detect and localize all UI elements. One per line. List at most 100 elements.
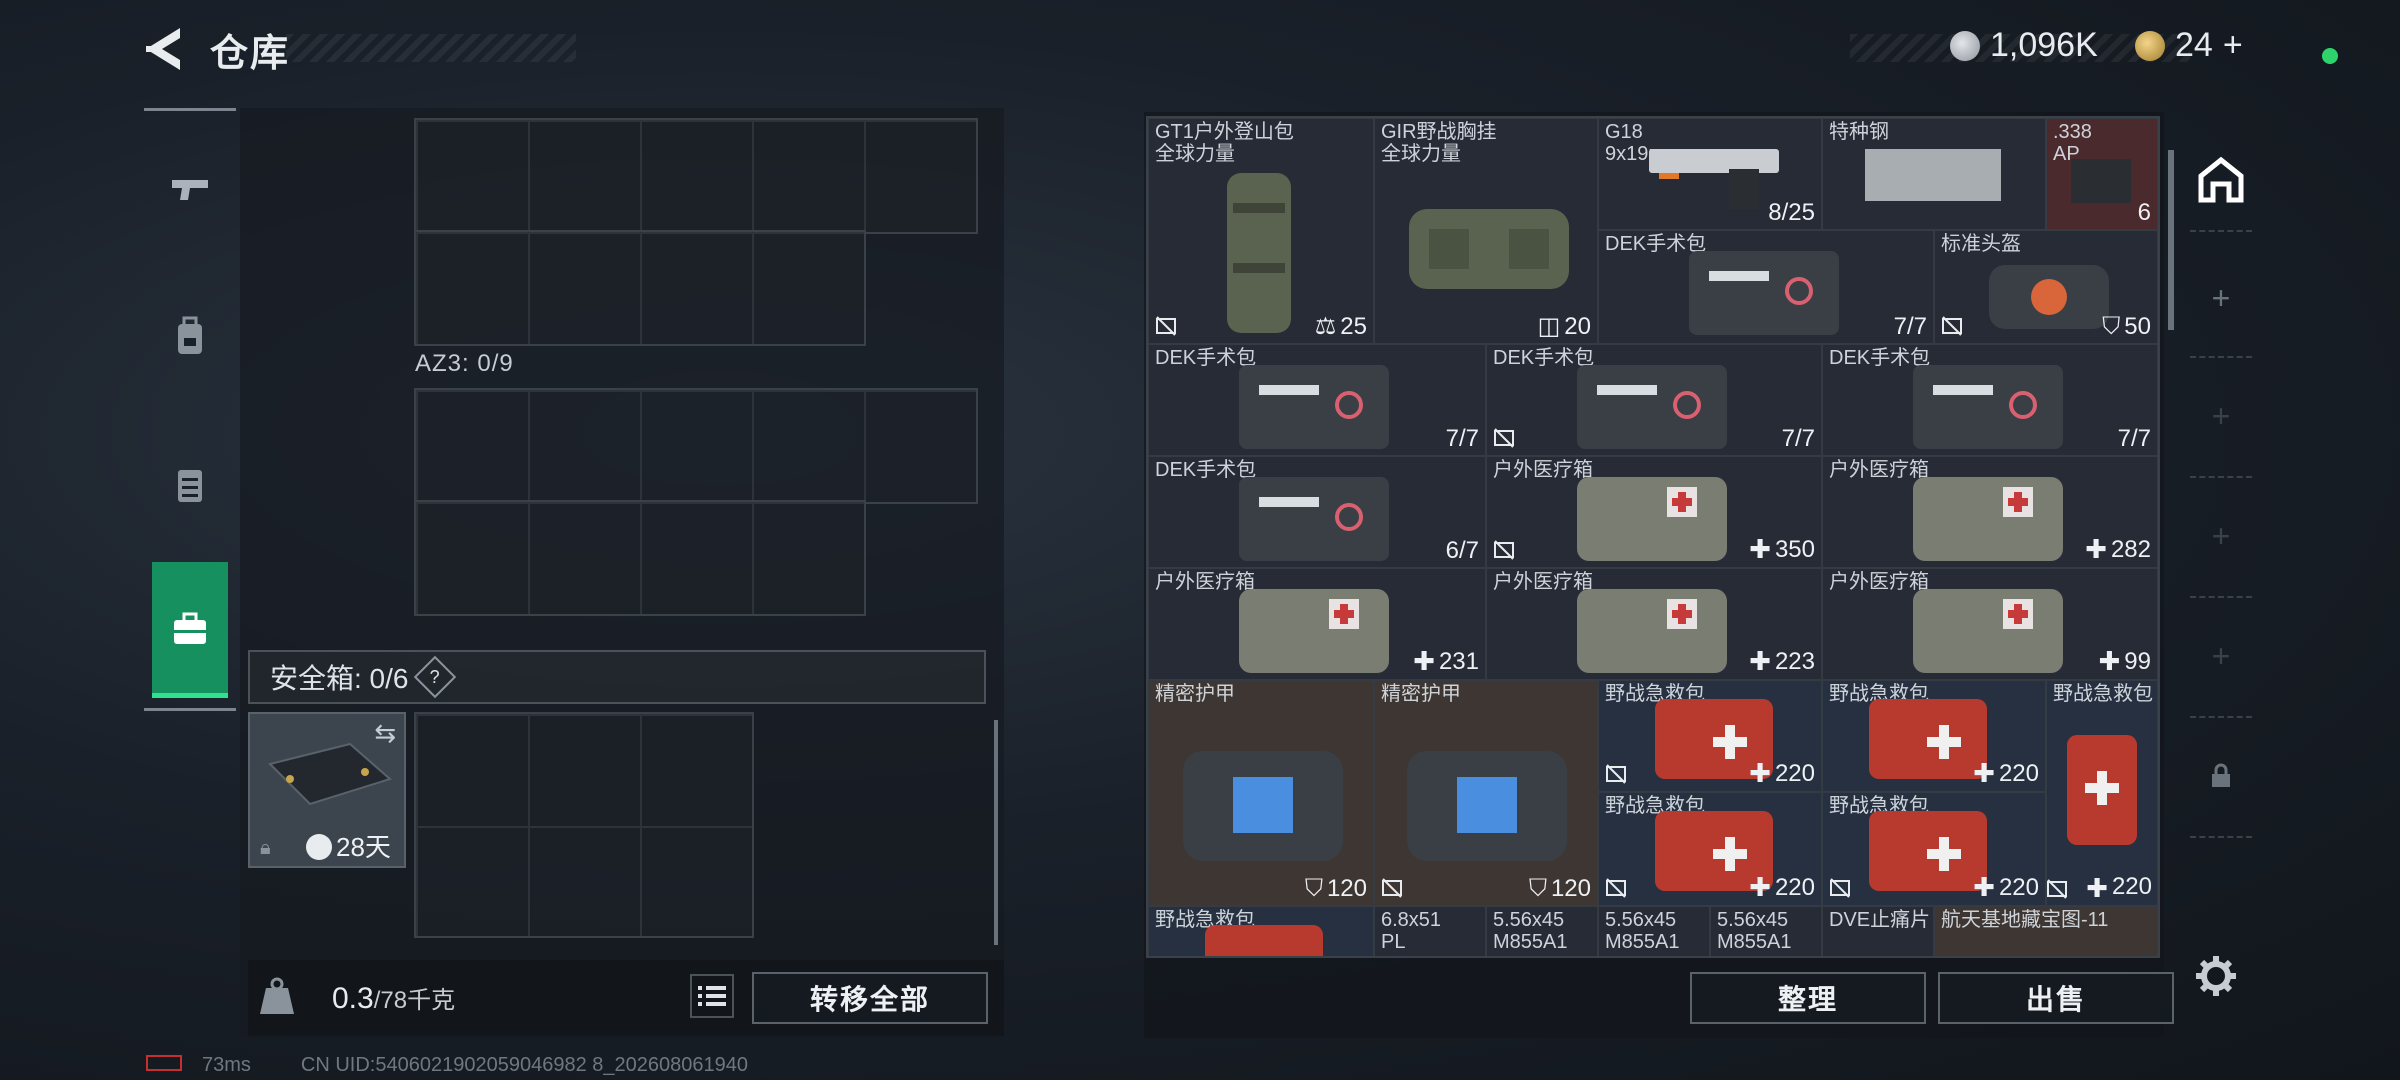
- item-outdoor-medkit[interactable]: 户外医疗箱 ✚ 282: [1822, 456, 2158, 568]
- item-value: 220: [1998, 759, 2039, 787]
- warehouse-scrollbar[interactable]: [2168, 150, 2174, 330]
- vest-icon: [178, 470, 202, 502]
- item-value: 350: [1774, 535, 1815, 563]
- item-value: 7/7: [1445, 425, 1479, 452]
- safe-box-header: 安全箱: 0/6 ?: [248, 650, 986, 704]
- filter-all-tab[interactable]: [2186, 140, 2256, 220]
- item-name: DVE止痛片: [1829, 909, 1931, 931]
- back-button[interactable]: [140, 26, 190, 72]
- swap-icon[interactable]: ⇆: [374, 718, 396, 749]
- safe-box-item[interactable]: ⇆ 🔒︎ 28天: [248, 712, 406, 868]
- item-surgery-kit[interactable]: DEK手术包 7/7: [1598, 230, 1934, 344]
- shield-icon: ⛉: [1528, 875, 1547, 902]
- item-pistol[interactable]: G18 9x19mm 8/25: [1598, 118, 1822, 230]
- item-ammo[interactable]: 6.8x51 PL: [1374, 906, 1486, 956]
- plus-icon: ✚: [1749, 534, 1771, 564]
- help-icon[interactable]: ?: [414, 655, 457, 699]
- item-outdoor-medkit[interactable]: 户外医疗箱 ✚ 99: [1822, 568, 2158, 680]
- item-outdoor-medkit[interactable]: 户外医疗箱 ✚ 350: [1486, 456, 1822, 568]
- item-outdoor-medkit[interactable]: 户外医疗箱 ✚ 223: [1486, 568, 1822, 680]
- add-currency-button[interactable]: +: [2223, 26, 2243, 65]
- item-painkiller[interactable]: DVE止痛片: [1822, 906, 1934, 956]
- container-label: AZ3: 0/9: [415, 350, 514, 377]
- filter-slot[interactable]: +: [2186, 386, 2256, 446]
- item-name: 野战急救包: [2053, 683, 2153, 705]
- item-value: 6: [2137, 199, 2151, 226]
- filter-slot[interactable]: +: [2186, 506, 2256, 566]
- item-helmet[interactable]: 标准头盔 ⛉ 50: [1934, 230, 2158, 344]
- weight-icon: ⚖︎: [1314, 313, 1337, 340]
- filter-divider: [2190, 596, 2252, 598]
- item-value: 7/7: [1893, 313, 1927, 340]
- sidebar-item-vest[interactable]: [152, 446, 228, 522]
- medkit-image: [1239, 589, 1389, 673]
- backpack-icon: [178, 316, 202, 354]
- item-precision-armor[interactable]: 精密护甲 ⛉ 120: [1374, 680, 1598, 906]
- currency-silver-value: 1,096K: [1990, 26, 2098, 64]
- weight-icon: [258, 976, 296, 1016]
- medkit-image: [1913, 477, 2063, 561]
- plus-icon: ✚: [1413, 646, 1435, 676]
- item-precision-armor[interactable]: 精密护甲 ⛉ 120: [1148, 680, 1374, 906]
- item-name: 6.8x51 PL: [1381, 909, 1442, 953]
- plus-icon: ✚: [1749, 758, 1771, 788]
- transfer-all-button[interactable]: 转移全部: [752, 972, 988, 1024]
- sort-button[interactable]: 整理: [1690, 972, 1926, 1024]
- item-ammo[interactable]: 5.56x45 M855A1: [1598, 906, 1710, 956]
- plus-icon: +: [2211, 397, 2231, 434]
- item-value: 231: [1438, 647, 1479, 675]
- item-value: 223: [1774, 647, 1815, 675]
- item-field-first-aid[interactable]: 野战急救包 ✚ 220: [1822, 680, 2046, 792]
- add-filter-button[interactable]: +: [2186, 268, 2256, 328]
- container-grid-az3-2[interactable]: [414, 500, 866, 616]
- item-surgery-kit[interactable]: DEK手术包 7/7: [1822, 344, 2158, 456]
- container-grid-top-2[interactable]: [414, 230, 866, 346]
- list-view-button[interactable]: [690, 974, 734, 1018]
- filter-divider: [2190, 836, 2252, 838]
- item-backpack[interactable]: GT1户外登山包 全球力量 ⚖︎ 25: [1148, 118, 1374, 344]
- item-surgery-kit[interactable]: DEK手术包 7/7: [1148, 344, 1486, 456]
- sell-button[interactable]: 出售: [1938, 972, 2174, 1024]
- settings-button[interactable]: [2194, 954, 2238, 998]
- currency-gold-value: 24: [2175, 26, 2213, 64]
- item-value: 7/7: [2117, 425, 2151, 452]
- currency-gold[interactable]: 24 +: [2135, 26, 2243, 65]
- chest-rig-image: [1409, 209, 1569, 289]
- container-grid-top[interactable]: [414, 118, 978, 234]
- item-field-first-aid[interactable]: 野战急救包 ✚ 220: [1598, 792, 1822, 906]
- surgery-kit-image: [1239, 365, 1389, 449]
- sidebar-item-case[interactable]: [152, 562, 228, 698]
- silver-coin-icon: [1950, 30, 1980, 61]
- item-surgery-kit[interactable]: DEK手术包 6/7: [1148, 456, 1486, 568]
- item-outdoor-medkit[interactable]: 户外医疗箱 ✚ 231: [1148, 568, 1486, 680]
- sidebar-item-weapons[interactable]: [152, 152, 228, 228]
- lock-icon: [2212, 763, 2230, 787]
- armor-image: [1407, 751, 1567, 861]
- safe-box-grid[interactable]: [414, 712, 754, 938]
- item-name: 5.56x45 M855A1: [1493, 909, 1568, 953]
- filter-slot[interactable]: +: [2186, 626, 2256, 686]
- item-field-first-aid[interactable]: 野战急救包 ✚ 220: [1822, 792, 2046, 906]
- safe-box-label: 安全箱: 0/6: [270, 663, 409, 694]
- item-ammo-338[interactable]: .338 AP 6: [2046, 118, 2158, 230]
- item-ammo[interactable]: 5.56x45 M855A1: [1710, 906, 1822, 956]
- first-aid-image: [2067, 735, 2137, 845]
- item-chest-rig[interactable]: GIR野战胸挂 全球力量 ◫ 20: [1374, 118, 1598, 344]
- ammo-box-image: [2071, 159, 2131, 203]
- item-surgery-kit[interactable]: DEK手术包 7/7: [1486, 344, 1822, 456]
- left-scrollbar[interactable]: [994, 720, 998, 945]
- sidebar-item-backpack[interactable]: [152, 298, 228, 374]
- item-name: 5.56x45 M855A1: [1717, 909, 1792, 953]
- item-field-first-aid[interactable]: 野战急救包 ✚ 220: [1598, 680, 1822, 792]
- item-field-first-aid[interactable]: 野战急救包: [1148, 906, 1374, 956]
- item-treasure-map[interactable]: 航天基地藏宝图-11: [1934, 906, 2158, 956]
- item-first-aid-overlay: ✚ 220: [2046, 870, 2158, 906]
- container-grid-az3[interactable]: [414, 388, 978, 504]
- no-sell-icon: [1156, 316, 1176, 336]
- item-ammo[interactable]: 5.56x45 M855A1: [1486, 906, 1598, 956]
- item-value: 120: [1550, 875, 1591, 902]
- item-name: 标准头盔: [1941, 233, 2021, 255]
- first-aid-image: [1205, 925, 1323, 956]
- item-special-steel[interactable]: 特种钢: [1822, 118, 2046, 230]
- helmet-image: [1989, 265, 2109, 329]
